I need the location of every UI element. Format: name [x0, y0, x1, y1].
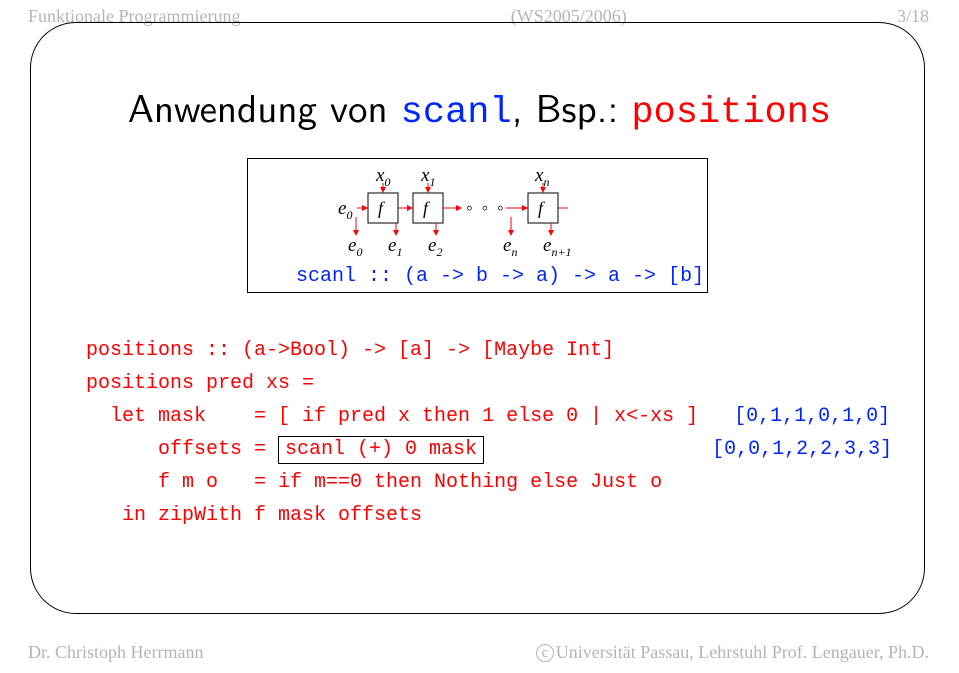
f-box-0: f	[368, 193, 398, 223]
code-l5: f m o = if m==0 then Nothing else Just o	[86, 466, 892, 499]
en-out: en	[503, 235, 517, 259]
slide-title: Anwendung von scanl, Bsp.: positions	[0, 78, 959, 135]
e0-in: e0	[338, 198, 352, 222]
footer-right: cUniversität Passau, Lehrstuhl Prof. Len…	[536, 642, 929, 663]
f-box-n: f	[528, 193, 558, 223]
code-l1: positions :: (a->Bool) -> [a] -> [Maybe …	[86, 334, 892, 367]
title-text-2: , Bsp.:	[512, 78, 632, 135]
code-l4a: offsets =	[86, 438, 278, 461]
fn-label: f	[538, 198, 546, 218]
copyright-icon: c	[536, 644, 554, 662]
f-box-1: f	[413, 193, 443, 223]
code-l6: in zipWith f mask offsets	[86, 499, 892, 532]
code-l3: let mask = [ if pred x then 1 else 0 | x…	[86, 400, 892, 433]
scanl-highlight-box: scanl (+) 0 mask	[278, 436, 484, 464]
code-l3-body: let mask = [ if pred x then 1 else 0 | x…	[86, 405, 734, 428]
scanl-diagram: f f f ◦ ◦ ◦ x0 x1 xn e0 e0 e1 e2 en en+	[248, 159, 709, 294]
code-l3-anno: [0,1,1,0,1,0]	[734, 405, 890, 428]
footer-right-text: Universität Passau, Lehrstuhl Prof. Leng…	[556, 642, 929, 662]
code-l4c	[484, 438, 712, 461]
header-right: 3/18	[897, 6, 929, 27]
page: Funktionale Programmierung (WS2005/2006)…	[0, 0, 959, 673]
f1-label: f	[423, 198, 431, 218]
footer-left: Dr. Christoph Herrmann	[28, 642, 203, 663]
scanl-signature: scanl :: (a -> b -> a) -> a -> [b] -> [a…	[296, 265, 709, 288]
xn: xn	[534, 165, 549, 189]
f0-label: f	[378, 198, 386, 218]
title-positions: positions	[631, 92, 831, 134]
code-block: positions :: (a->Bool) -> [a] -> [Maybe …	[86, 334, 892, 532]
code-l4: offsets = scanl (+) 0 mask [0,0,1,2,2,3,…	[86, 433, 892, 466]
en1-out: en+1	[543, 235, 572, 259]
code-l4-anno: [0,0,1,2,2,3,3]	[712, 438, 892, 461]
code-l2: positions pred xs =	[86, 367, 892, 400]
title-text-1: Anwendung von	[128, 78, 401, 135]
dots: ◦ ◦ ◦	[466, 198, 506, 219]
e2-out: e2	[428, 235, 442, 259]
footer: Dr. Christoph Herrmann cUniversität Pass…	[28, 642, 929, 663]
scanl-diagram-box: f f f ◦ ◦ ◦ x0 x1 xn e0 e0 e1 e2 en en+	[247, 158, 708, 293]
e1-out: e1	[388, 235, 402, 259]
title-scanl: scanl	[401, 92, 512, 134]
e0-out: e0	[348, 235, 362, 259]
